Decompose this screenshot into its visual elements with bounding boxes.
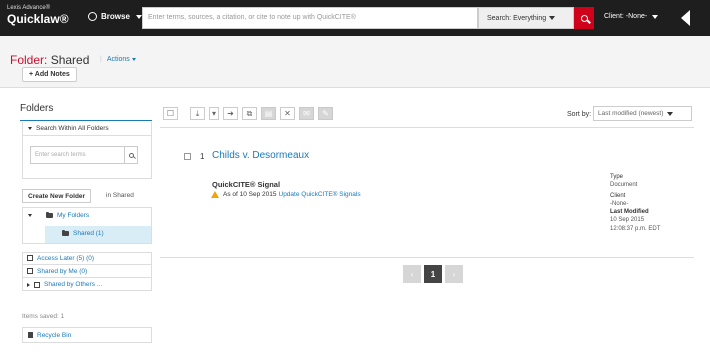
actions-label: Actions xyxy=(106,56,130,63)
search-icon xyxy=(129,152,134,158)
email-icon[interactable]: ✉ xyxy=(299,107,314,120)
modified-time: 12:08:37 p.m. EDT xyxy=(610,225,661,232)
clock-icon xyxy=(27,255,33,261)
document-title-link[interactable]: Childs v. Desormeaux xyxy=(212,150,309,161)
add-notes-button[interactable]: + Add Notes xyxy=(22,67,77,82)
client-meta-label: Client xyxy=(610,193,626,200)
chevron-down-icon[interactable]: ▾ xyxy=(209,107,219,120)
document-number: 1 xyxy=(200,152,205,161)
search-button[interactable] xyxy=(574,7,594,29)
page-current[interactable]: 1 xyxy=(424,265,442,283)
globe-icon xyxy=(88,12,97,21)
actions-menu[interactable]: | Actions xyxy=(100,56,136,63)
copy-icon[interactable]: ⧉ xyxy=(242,107,257,120)
client-meta-value: -None- xyxy=(610,201,629,208)
page-title-prefix: Folder: xyxy=(10,53,48,67)
sidebar-item-shared-content[interactable]: Shared (1) xyxy=(62,229,104,237)
document-checkbox[interactable] xyxy=(184,153,191,160)
shared-by-others-label: Shared by Others ... xyxy=(44,281,103,288)
search-scope-select[interactable]: Search: Everything xyxy=(478,7,574,29)
sort-by-label: Sort by: xyxy=(567,111,592,118)
sidebar-title: Folders xyxy=(20,103,54,114)
chevron-down-icon xyxy=(28,127,32,130)
brand-line-1: Lexis Advance® xyxy=(7,5,51,11)
divider xyxy=(160,257,694,258)
access-later-label: Access Later (5) (0) xyxy=(37,254,95,262)
download-icon[interactable]: ⤓ xyxy=(190,107,205,120)
select-all-checkbox[interactable]: ☐ xyxy=(163,107,178,120)
collapse-panel-icon[interactable] xyxy=(681,10,690,26)
create-folder-location: in Shared xyxy=(106,192,134,199)
modified-date: 10 Sep 2015 xyxy=(610,217,645,224)
sort-select[interactable]: Last modified (newest) xyxy=(593,106,692,121)
chevron-down-icon xyxy=(131,58,136,61)
client-label: Client: -None- xyxy=(604,13,648,20)
chevron-right-icon[interactable] xyxy=(27,282,30,287)
sidebar-item-shared-by-me[interactable]: Shared by Me (0) xyxy=(22,265,152,278)
page-title: Folder: Shared xyxy=(10,53,89,67)
folder-icon xyxy=(62,229,69,236)
sort-value: Last modified (newest) xyxy=(598,110,664,117)
folder-search-button[interactable] xyxy=(124,146,138,164)
sidebar-item-shared-by-others[interactable]: Shared by Others ... xyxy=(22,278,152,291)
create-folder-button[interactable]: Create New Folder xyxy=(22,189,92,203)
my-folders-label: My Folders xyxy=(57,212,90,219)
print-icon[interactable]: ▤ xyxy=(261,107,276,120)
delete-icon[interactable]: ✕ xyxy=(280,107,295,120)
edit-icon[interactable]: ✎ xyxy=(318,107,333,120)
recycle-bin-link[interactable]: Recycle Bin xyxy=(22,327,152,343)
brand-line-2: Quicklaw® xyxy=(7,12,69,26)
items-saved-count: Items saved: 1 xyxy=(22,313,65,320)
search-icon xyxy=(580,14,588,22)
chevron-down-icon xyxy=(652,14,659,19)
divider xyxy=(160,127,694,128)
browse-menu[interactable]: Browse xyxy=(88,12,142,21)
type-label: Type xyxy=(610,174,624,180)
trash-icon xyxy=(28,332,33,338)
document-toolbar: ☐ ⤓ ▾ ➜ ⧉ ▤ ✕ ✉ ✎ xyxy=(163,107,333,120)
modified-label: Last Modified xyxy=(610,209,649,216)
main-search-input[interactable]: Enter terms, sources, a citation, or cit… xyxy=(142,7,478,29)
shared-label: Shared (1) xyxy=(73,230,104,237)
next-page-button[interactable]: › xyxy=(445,265,463,283)
search-scope-label: Search: Everything xyxy=(487,14,547,22)
folder-icon xyxy=(46,211,53,218)
signal-row: As of 10 Sep 2015 Update QuickCITE® Sign… xyxy=(211,191,361,198)
sidebar-title-underline xyxy=(20,120,152,121)
move-icon[interactable]: ➜ xyxy=(223,107,238,120)
sidebar-item-my-folders[interactable]: My Folders xyxy=(28,211,90,219)
folder-search-input[interactable]: Enter search terms xyxy=(30,146,138,164)
chevron-down-icon xyxy=(135,14,142,19)
warning-icon xyxy=(211,191,219,198)
chevron-down-icon[interactable] xyxy=(28,214,32,217)
client-select[interactable]: Client: -None- xyxy=(604,13,659,20)
search-all-label: Search Within All Folders xyxy=(36,125,109,132)
chevron-down-icon xyxy=(667,111,674,116)
brand-logo[interactable]: Lexis Advance® Quicklaw® xyxy=(7,5,69,25)
signal-heading: QuickCITE® Signal xyxy=(212,180,281,189)
browse-label: Browse xyxy=(101,12,130,21)
update-signals-link[interactable]: Update QuickCITE® Signals xyxy=(279,191,361,198)
signal-date: As of 10 Sep 2015 xyxy=(223,191,277,198)
pagination: ‹ 1 › xyxy=(403,265,463,283)
divider: | xyxy=(100,56,102,63)
shared-by-me-label: Shared by Me (0) xyxy=(37,267,88,275)
recycle-bin-label: Recycle Bin xyxy=(37,331,72,339)
type-value: Document xyxy=(610,182,638,189)
search-all-folders-toggle[interactable]: Search Within All Folders xyxy=(22,122,152,136)
page-title-name: Shared xyxy=(50,53,90,67)
document-metadata: Type Document Client -None- Last Modifie… xyxy=(610,173,660,233)
chevron-down-icon xyxy=(549,16,556,20)
share-icon xyxy=(34,281,40,288)
share-icon xyxy=(27,268,33,274)
sidebar-item-access-later[interactable]: Access Later (5) (0) xyxy=(22,252,152,265)
prev-page-button[interactable]: ‹ xyxy=(403,265,421,283)
